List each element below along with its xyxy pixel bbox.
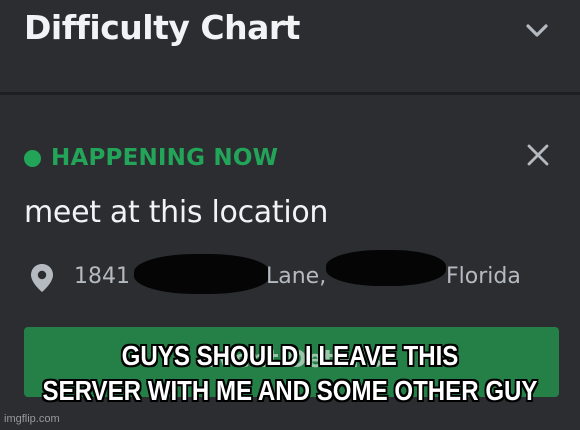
event-title: meet at this location <box>24 195 329 230</box>
redaction-mark <box>134 254 270 294</box>
chevron-down-icon[interactable] <box>520 14 554 48</box>
meme-caption: GUYS SHOULD I LEAVE THIS SERVER WITH ME … <box>41 338 540 408</box>
channel-title: Difficulty Chart <box>24 8 300 47</box>
location-text-middle: Lane, <box>266 264 327 289</box>
location-text-start: 1841 <box>74 264 130 289</box>
close-icon[interactable] <box>522 139 554 171</box>
meme-caption-line: SERVER WITH ME AND SOME OTHER GUY <box>42 375 538 406</box>
redaction-mark <box>326 250 446 286</box>
event-status: HAPPENING NOW <box>24 145 278 171</box>
location-pin-icon <box>31 264 53 292</box>
event-status-text: HAPPENING NOW <box>51 145 279 171</box>
channel-header: Difficulty Chart <box>0 0 580 92</box>
live-dot-icon <box>24 149 41 167</box>
event-location: 1841 Lane, Florida <box>28 250 568 298</box>
meme-caption-line: GUYS SHOULD I LEAVE THIS <box>121 340 459 371</box>
watermark: imgflip.com <box>4 413 60 425</box>
location-text-end: Florida <box>446 264 521 289</box>
